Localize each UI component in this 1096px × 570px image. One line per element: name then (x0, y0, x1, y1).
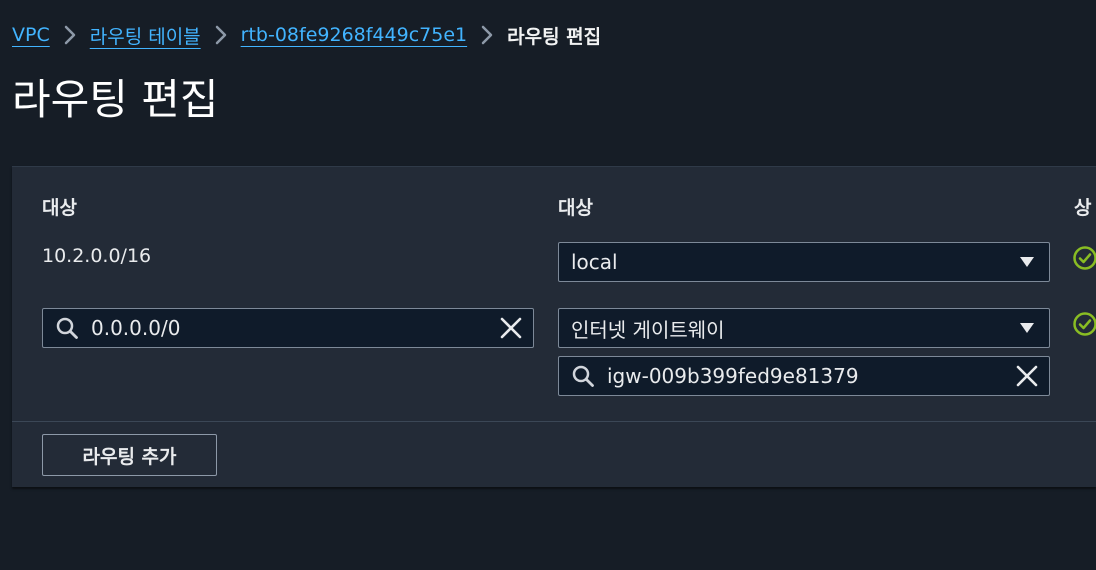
close-icon[interactable] (1015, 364, 1039, 388)
route-1-target-select[interactable]: local (558, 242, 1050, 282)
breadcrumb: VPC 라우팅 테이블 rtb-08fe9268f449c75e1 라우팅 편집 (12, 20, 601, 50)
breadcrumb-link-route-tables[interactable]: 라우팅 테이블 (90, 22, 201, 49)
chevron-right-icon (215, 25, 227, 45)
route-2-destination-input[interactable]: 0.0.0.0/0 (42, 308, 534, 348)
destination-column-label: 대상 (42, 197, 77, 219)
caret-down-icon (1019, 322, 1035, 334)
route-2-target-select[interactable]: 인터넷 게이트웨이 (558, 308, 1050, 348)
check-circle-icon (1072, 245, 1096, 271)
panel-divider (12, 421, 1096, 422)
check-circle-icon (1072, 311, 1096, 337)
add-route-button[interactable]: 라우팅 추가 (42, 434, 217, 476)
chevron-right-icon (481, 25, 493, 45)
route-2-target-id-value: igw-009b399fed9e81379 (607, 364, 859, 388)
breadcrumb-link-vpc[interactable]: VPC (12, 24, 50, 46)
route-1-target-value: local (571, 250, 618, 274)
route-2-target-value: 인터넷 게이트웨이 (571, 317, 725, 342)
breadcrumb-current: 라우팅 편집 (507, 25, 602, 48)
caret-down-icon (1019, 256, 1035, 268)
status-column-label: 상 (1074, 197, 1092, 219)
breadcrumb-link-route-table-id[interactable]: rtb-08fe9268f449c75e1 (241, 24, 467, 46)
chevron-right-icon (64, 25, 76, 45)
target-column-label: 대상 (558, 197, 593, 219)
route-2-target-id-input[interactable]: igw-009b399fed9e81379 (558, 356, 1050, 396)
routes-panel: 대상 대상 상 10.2.0.0/16 local 0.0.0.0/0 인터넷 … (12, 166, 1096, 487)
page-title: 라우팅 편집 (12, 75, 219, 124)
close-icon[interactable] (499, 316, 523, 340)
search-icon (571, 364, 595, 388)
search-icon (55, 316, 79, 340)
route-1-destination: 10.2.0.0/16 (42, 245, 152, 267)
route-2-destination-value: 0.0.0.0/0 (91, 316, 181, 340)
